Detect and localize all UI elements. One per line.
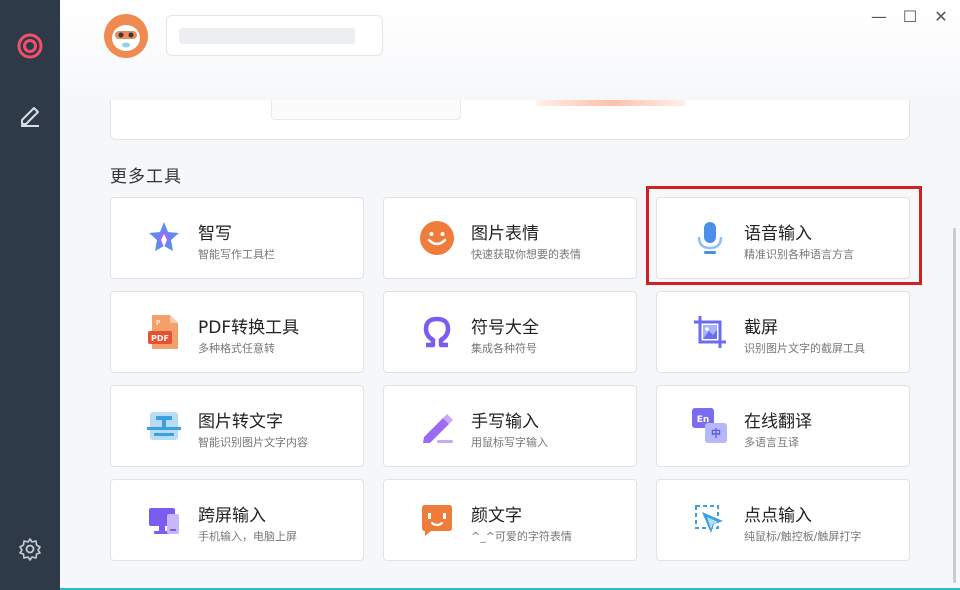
avatar[interactable] bbox=[104, 14, 148, 58]
tool-title: 在线翻译 bbox=[744, 412, 812, 432]
tool-card-cross-screen[interactable]: 跨屏输入 手机输入，电脑上屏 bbox=[110, 479, 364, 561]
sidebar bbox=[0, 0, 60, 590]
tool-subtitle: 多种格式任意转 bbox=[198, 342, 275, 355]
tool-title: 点点输入 bbox=[744, 506, 812, 526]
section-title: 更多工具 bbox=[110, 167, 182, 187]
pencil-icon bbox=[418, 407, 456, 445]
tool-subtitle: 纯鼠标/触控板/触屏打字 bbox=[744, 530, 862, 543]
cross-screen-icon bbox=[145, 501, 183, 539]
banner-accent bbox=[536, 100, 686, 106]
omega-icon bbox=[418, 313, 456, 351]
tool-title: PDF转换工具 bbox=[198, 318, 300, 338]
tool-subtitle: 快速获取你想要的表情 bbox=[471, 248, 581, 261]
tool-card-zhixie[interactable]: 智写 智能写作工具栏 bbox=[110, 197, 364, 279]
tool-title: 手写输入 bbox=[471, 412, 539, 432]
svg-text:P: P bbox=[156, 319, 160, 327]
close-button[interactable]: ✕ bbox=[930, 6, 952, 26]
tool-title: 颜文字 bbox=[471, 506, 522, 526]
tool-subtitle: 集成各种符号 bbox=[471, 342, 537, 355]
ocr-icon bbox=[145, 407, 183, 445]
tool-title: 跨屏输入 bbox=[198, 506, 266, 526]
screenshot-icon bbox=[691, 313, 729, 351]
tool-title: 截屏 bbox=[744, 318, 778, 338]
cursor-click-icon bbox=[691, 501, 729, 539]
tool-card-screenshot[interactable]: 截屏 识别图片文字的截屏工具 bbox=[656, 291, 910, 373]
banner-panel bbox=[110, 100, 910, 140]
tool-title: 图片表情 bbox=[471, 224, 539, 244]
star-pen-icon bbox=[145, 219, 183, 257]
tool-card-image-emoji[interactable]: 图片表情 快速获取你想要的表情 bbox=[383, 197, 637, 279]
main-panel: — ☐ ✕ 更多工具 智写 智能写作工具栏 图片表情 快速获取你想要的表情 语音… bbox=[60, 0, 960, 590]
pdf-icon: PDF P bbox=[145, 313, 183, 351]
translate-badge-zh: 中 bbox=[711, 427, 721, 440]
tool-card-handwriting[interactable]: 手写输入 用鼠标写字输入 bbox=[383, 385, 637, 467]
svg-text:PDF: PDF bbox=[151, 334, 169, 343]
tool-title: 智写 bbox=[198, 224, 232, 244]
translate-icon: En 中 bbox=[691, 407, 729, 445]
highlight-box bbox=[646, 186, 922, 285]
edit-icon[interactable] bbox=[16, 101, 44, 129]
tool-card-image-to-text[interactable]: 图片转文字 智能识别图片文字内容 bbox=[110, 385, 364, 467]
maximize-button[interactable]: ☐ bbox=[899, 6, 921, 26]
tool-subtitle: 智能识别图片文字内容 bbox=[198, 436, 308, 449]
settings-icon[interactable] bbox=[16, 535, 44, 563]
tool-card-pdf[interactable]: PDF P PDF转换工具 多种格式任意转 bbox=[110, 291, 364, 373]
kaomoji-icon bbox=[418, 501, 456, 539]
tool-subtitle: 多语言互译 bbox=[744, 436, 799, 449]
tool-card-symbols[interactable]: 符号大全 集成各种符号 bbox=[383, 291, 637, 373]
tool-subtitle: ^_^可爱的字符表情 bbox=[471, 530, 572, 543]
smiley-icon bbox=[418, 219, 456, 257]
tool-subtitle: 智能写作工具栏 bbox=[198, 248, 275, 261]
tool-subtitle: 用鼠标写字输入 bbox=[471, 436, 548, 449]
tool-card-translate[interactable]: En 中 在线翻译 多语言互译 bbox=[656, 385, 910, 467]
banner-tab[interactable] bbox=[271, 100, 461, 120]
tool-title: 符号大全 bbox=[471, 318, 539, 338]
top-bar: — ☐ ✕ bbox=[60, 0, 960, 96]
tool-card-kaomoji[interactable]: 颜文字 ^_^可爱的字符表情 bbox=[383, 479, 637, 561]
scrollbar[interactable] bbox=[953, 228, 956, 583]
tool-subtitle: 手机输入，电脑上屏 bbox=[198, 530, 297, 543]
user-name-box[interactable] bbox=[166, 15, 383, 56]
tool-title: 图片转文字 bbox=[198, 412, 283, 432]
minimize-button[interactable]: — bbox=[868, 6, 890, 26]
tool-card-dot-input[interactable]: 点点输入 纯鼠标/触控板/触屏打字 bbox=[656, 479, 910, 561]
tool-subtitle: 识别图片文字的截屏工具 bbox=[744, 342, 865, 355]
blurred-username bbox=[179, 28, 355, 44]
target-icon[interactable] bbox=[16, 32, 44, 60]
